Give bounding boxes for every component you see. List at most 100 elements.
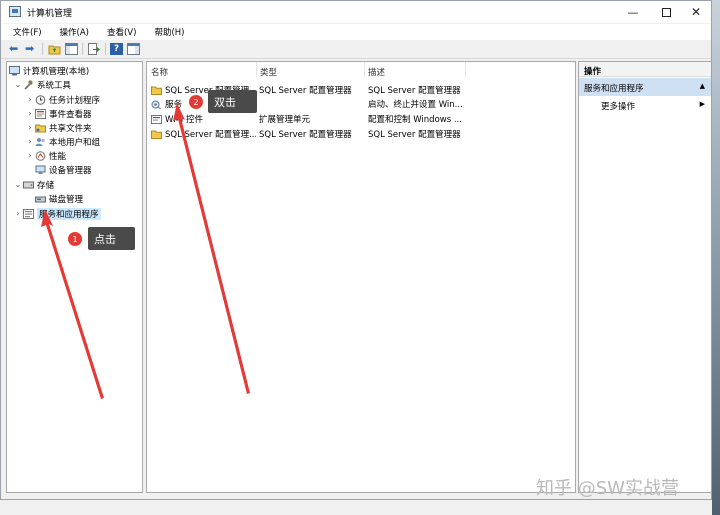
- users-icon: [35, 137, 46, 147]
- tree-item-root[interactable]: 计算机管理(本地): [9, 64, 89, 77]
- tree-item-task-scheduler[interactable]: › 任务计划程序: [25, 93, 100, 106]
- row-type: SQL Server 配置管理器: [259, 130, 352, 140]
- tree-item-device-manager[interactable]: 设备管理器: [35, 163, 92, 176]
- list-row-services[interactable]: 服务 启动、终止并设置 Win...: [147, 96, 575, 111]
- list-row-sql-config-2[interactable]: SQL Server 配置管理... SQL Server 配置管理器 SQL …: [147, 126, 575, 141]
- shared-folder-icon: [35, 123, 46, 133]
- show-hide-tree-button[interactable]: [65, 43, 78, 55]
- list-row-wmi-control[interactable]: WMI 控件 扩展管理单元 配置和控制 Windows ...: [147, 111, 575, 126]
- row-description: 配置和控制 Windows ...: [368, 115, 462, 125]
- toolbar-divider: [42, 43, 43, 55]
- toolbar: ⬅ ➡ ?: [1, 40, 711, 59]
- tree-label: 存储: [37, 180, 55, 191]
- forward-button[interactable]: ➡: [25, 43, 38, 55]
- tree-label: 服务和应用程序: [37, 207, 101, 220]
- tree-label: 任务计划程序: [49, 95, 101, 106]
- up-level-button[interactable]: [48, 43, 61, 55]
- tree-item-performance[interactable]: › 性能: [25, 149, 66, 162]
- folder-up-icon: [48, 45, 61, 55]
- expand-icon[interactable]: ›: [25, 137, 35, 146]
- more-actions-item[interactable]: 更多操作 ▶: [579, 98, 711, 113]
- computer-management-icon: [9, 6, 21, 17]
- tree-label: 性能: [49, 151, 67, 162]
- expand-icon[interactable]: ›: [25, 109, 35, 118]
- column-header-name[interactable]: 名称: [147, 62, 255, 78]
- tree-item-system-tools[interactable]: ⌄ 系统工具: [13, 78, 71, 91]
- action-pane-icon: [127, 43, 140, 55]
- row-description: SQL Server 配置管理器: [368, 130, 461, 140]
- details-list-pane: 名称 类型 描述 SQL Server 配置管理... SQL Server 配…: [146, 61, 576, 493]
- expand-icon[interactable]: ›: [13, 209, 23, 218]
- disk-icon: [35, 194, 46, 204]
- back-button[interactable]: ⬅: [9, 43, 22, 55]
- expand-icon[interactable]: ›: [25, 151, 35, 160]
- show-hide-action-pane-button[interactable]: [127, 43, 140, 55]
- close-button[interactable]: ✕: [679, 1, 711, 23]
- desktop-backdrop: [712, 0, 720, 515]
- menu-help[interactable]: 帮助(H): [142, 24, 190, 40]
- tree-label: 本地用户和组: [49, 137, 101, 148]
- toolbar-divider: [82, 43, 83, 55]
- performance-icon: [35, 150, 46, 161]
- row-name: SQL Server 配置管理...: [165, 130, 256, 140]
- maximize-button[interactable]: [649, 1, 683, 23]
- tools-icon: [23, 79, 34, 90]
- forward-arrow-icon: ➡: [25, 42, 35, 55]
- folder-icon: [151, 130, 162, 139]
- maximize-icon: [661, 7, 671, 17]
- row-type: 扩展管理单元: [259, 115, 311, 125]
- tree-item-disk-management[interactable]: 磁盘管理: [35, 192, 83, 205]
- expand-icon[interactable]: ›: [25, 95, 35, 104]
- services-icon: [151, 100, 162, 109]
- wmi-icon: [151, 114, 162, 124]
- menu-action[interactable]: 操作(A): [48, 24, 95, 40]
- computer-icon: [9, 65, 20, 76]
- tree-label: 计算机管理(本地): [23, 66, 90, 77]
- row-name: SQL Server 配置管理...: [165, 86, 256, 96]
- status-bar: [1, 495, 711, 499]
- tree-item-local-users[interactable]: › 本地用户和组: [25, 135, 100, 148]
- actions-header: 操作: [579, 62, 711, 77]
- row-description: 启动、终止并设置 Win...: [368, 100, 463, 110]
- tree-item-event-viewer[interactable]: › 事件查看器: [25, 107, 92, 120]
- window-title: 计算机管理: [27, 9, 73, 19]
- help-button[interactable]: ?: [110, 43, 123, 55]
- menu-bar: 文件(F) 操作(A) 查看(V) 帮助(H): [1, 24, 711, 40]
- console-tree-icon: [65, 43, 78, 55]
- toolbar-divider: [105, 43, 106, 55]
- list-row-sql-config-1[interactable]: SQL Server 配置管理... SQL Server 配置管理器 SQL …: [147, 82, 575, 97]
- event-viewer-icon: [35, 108, 46, 119]
- collapse-icon[interactable]: ⌄: [13, 80, 23, 89]
- tree-label: 事件查看器: [49, 109, 92, 120]
- tree-item-storage[interactable]: ⌄ 存储: [13, 178, 54, 191]
- tree-item-services-and-applications[interactable]: › 服务和应用程序: [13, 207, 101, 220]
- computer-management-window: 计算机管理 — ✕ 文件(F) 操作(A) 查看(V) 帮助(H) ⬅ ➡ ?: [0, 0, 712, 500]
- actions-pane: 操作 服务和应用程序 ▲ 更多操作 ▶: [578, 61, 711, 493]
- menu-view[interactable]: 查看(V): [95, 24, 142, 40]
- row-type: SQL Server 配置管理器: [259, 86, 352, 96]
- collapse-arrow-icon[interactable]: ▲: [700, 82, 705, 90]
- row-description: SQL Server 配置管理器: [368, 86, 461, 96]
- storage-icon: [23, 180, 34, 190]
- tree-label: 共享文件夹: [49, 123, 92, 134]
- row-name: 服务: [165, 100, 183, 110]
- export-list-button[interactable]: [87, 43, 100, 55]
- export-icon: [88, 43, 100, 55]
- tree-label: 磁盘管理: [49, 194, 84, 205]
- minimize-icon: —: [627, 5, 639, 19]
- tree-item-shared-folders[interactable]: › 共享文件夹: [25, 121, 92, 134]
- row-name: WMI 控件: [165, 115, 203, 125]
- column-header-description[interactable]: 描述: [364, 62, 464, 78]
- tree-label: 系统工具: [37, 80, 72, 91]
- row-name-cell: WMI 控件: [151, 113, 256, 125]
- expand-icon[interactable]: ›: [25, 123, 35, 132]
- close-icon: ✕: [690, 5, 702, 19]
- action-section-services-apps[interactable]: 服务和应用程序 ▲: [579, 78, 711, 96]
- row-name-cell: 服务: [151, 98, 256, 110]
- help-icon: ?: [113, 44, 120, 54]
- minimize-button[interactable]: —: [616, 1, 650, 23]
- menu-file[interactable]: 文件(F): [1, 24, 48, 40]
- column-divider[interactable]: [465, 62, 466, 77]
- column-header-type[interactable]: 类型: [256, 62, 364, 78]
- collapse-icon[interactable]: ⌄: [13, 180, 23, 189]
